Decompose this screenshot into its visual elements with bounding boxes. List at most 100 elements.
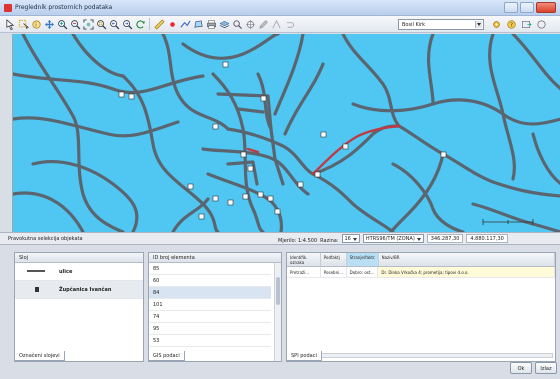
column-header[interactable]: Identifik. oznaka [287, 253, 321, 266]
search-icon[interactable] [231, 18, 243, 30]
status-fields: Mjerilo: 1:4.500 Razina: 16 HTRS96/TM (Z… [278, 234, 508, 245]
print-icon[interactable] [205, 18, 217, 30]
road [236, 107, 265, 114]
maximize-button[interactable] [520, 2, 534, 13]
column-header[interactable]: Podfaktj [321, 253, 347, 266]
table-cell: Dr. Dinka Vrkoćka 4; prometija; tipovi d… [378, 267, 556, 277]
road [391, 162, 465, 232]
list-item[interactable]: 74 [149, 311, 271, 323]
zoom-extent-icon[interactable] [82, 18, 94, 30]
scrollbar-thumb[interactable] [276, 277, 280, 305]
undo-icon[interactable] [283, 18, 295, 30]
map-point-marker [212, 123, 219, 130]
tab-selected-layers[interactable]: Označeni slojevi [14, 351, 65, 361]
road [471, 202, 560, 232]
window-title: Pregledník prostorních podataka [15, 4, 113, 11]
identify-tool-button[interactable]: i [30, 18, 42, 30]
road [13, 116, 180, 138]
draw-line-icon[interactable] [179, 18, 191, 30]
window-controls [504, 2, 556, 13]
zoom-in-icon[interactable] [56, 18, 68, 30]
exit-button[interactable]: Izlaz [535, 362, 557, 374]
settings-icon[interactable] [490, 18, 502, 30]
close-window-button[interactable] [536, 2, 556, 13]
road [273, 34, 305, 116]
map-point-marker [320, 131, 327, 138]
zoom-previous-icon[interactable] [108, 18, 120, 30]
layer-label: Razina: [320, 237, 339, 244]
svg-text:?: ? [509, 22, 512, 28]
help-icon[interactable]: ? [505, 18, 517, 30]
list-item[interactable]: 95 [149, 323, 271, 335]
layer-row[interactable]: Župčanica Ivančan [15, 281, 143, 299]
layer-name: ulice [59, 269, 73, 275]
zoom-out-icon[interactable] [69, 18, 81, 30]
zoom-window-icon[interactable] [95, 18, 107, 30]
ok-button[interactable]: Ok [510, 362, 532, 374]
map-canvas[interactable] [13, 34, 560, 232]
map-point-marker [187, 183, 194, 190]
list-item[interactable]: 60 [149, 275, 271, 287]
snap-icon[interactable] [270, 18, 282, 30]
map-point-marker [118, 91, 125, 98]
horizontal-scrollbar[interactable] [289, 353, 553, 358]
road [121, 74, 220, 232]
list-item[interactable]: 85 [149, 263, 271, 275]
list-item[interactable]: 101 [149, 299, 271, 311]
tab-gis-data[interactable]: GIS podaci [148, 351, 185, 361]
column-header[interactable]: Naziv/BR [379, 253, 555, 266]
map-point-marker [198, 213, 205, 220]
crs-select[interactable]: HTRS96/TM (ZONA) [362, 234, 424, 243]
layer-info-icon[interactable] [218, 18, 230, 30]
column-header[interactable]: Stranje/faktr. [346, 253, 379, 266]
layer-name: Župčanica Ivančan [59, 287, 112, 293]
attributes-panel: Identifik. oznaka Podfaktj Stranje/faktr… [286, 252, 556, 362]
point-symbol-icon [35, 287, 39, 292]
refresh-icon[interactable] [134, 18, 146, 30]
road [311, 172, 395, 232]
map-point-marker [297, 181, 304, 188]
list-item[interactable]: 84 [149, 287, 271, 299]
scale-bar [482, 219, 534, 225]
select-tool-button[interactable] [4, 18, 16, 30]
draw-polygon-icon[interactable] [192, 18, 204, 30]
map-point-marker [267, 195, 274, 202]
layer-row[interactable]: ulice [15, 263, 143, 281]
road [511, 34, 560, 91]
fullscreen-icon[interactable] [535, 18, 547, 30]
draw-point-icon[interactable] [166, 18, 178, 30]
map-point-marker [260, 95, 267, 102]
chevron-down-icon [475, 21, 482, 28]
map-point-marker [257, 191, 264, 198]
map-scale-select[interactable]: Bosil Kirk [398, 19, 484, 30]
vertical-scrollbar[interactable] [274, 263, 281, 361]
edit-icon[interactable] [257, 18, 269, 30]
map-point-marker [440, 151, 447, 158]
main-toolbar: i Bosil Kirk ? [0, 16, 560, 33]
map-point-marker [240, 151, 247, 158]
select-rect-tool-button[interactable] [17, 18, 29, 30]
scale-label: Mjerilo: 1:4.500 [278, 237, 318, 244]
layers-header: Sloj [15, 253, 143, 263]
minimize-button[interactable] [504, 2, 518, 13]
export-icon[interactable] [520, 18, 532, 30]
map-scale-value: Bosil Kirk [402, 22, 426, 28]
gps-icon[interactable] [244, 18, 256, 30]
pan-icon[interactable] [43, 18, 55, 30]
coordinate-y: 4.880.117,30 [466, 234, 508, 243]
list-item[interactable]: 53 [149, 335, 271, 347]
level-select[interactable]: 16 [341, 234, 360, 243]
layers-panel: Sloj ulice Župčanica Ivančan [14, 252, 144, 362]
table-cell: Pretraži... [287, 267, 321, 277]
measure-tool-icon[interactable] [153, 18, 165, 30]
table-row[interactable]: Pretraži... Posebni... Dobro: ost... Dr.… [287, 267, 556, 278]
tab-spi-data[interactable]: SPI podaci [286, 351, 322, 361]
road [491, 180, 560, 198]
zoom-next-icon[interactable] [121, 18, 133, 30]
toolbar-tools: i [4, 18, 295, 30]
map-point-marker [314, 171, 321, 178]
map-view[interactable] [12, 34, 560, 232]
map-point-marker [128, 93, 135, 100]
ids-header: ID broj elementa [149, 253, 281, 263]
map-point-marker [274, 208, 281, 215]
